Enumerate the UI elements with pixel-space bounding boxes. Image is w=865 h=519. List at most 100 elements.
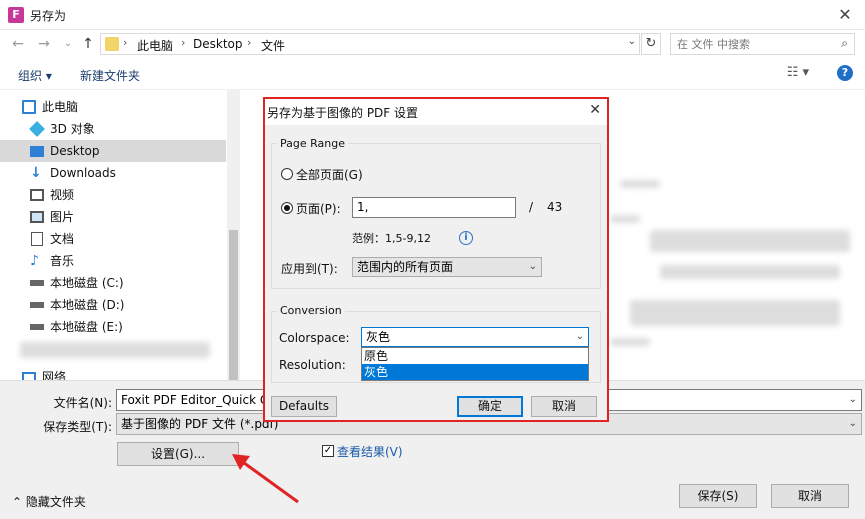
sidebar-item-pictures[interactable]: 图片 — [0, 206, 226, 228]
music-icon: ♪ — [30, 253, 39, 269]
sidebar-item-label: Downloads — [50, 166, 116, 180]
sidebar-item-documents[interactable]: 文档 — [0, 228, 226, 250]
command-toolbar: 组织 ▾ 新建文件夹 ☷ ▾ ? — [0, 58, 865, 90]
address-dropdown-icon[interactable]: ⌄ — [628, 36, 636, 47]
sidebar-item-desktop[interactable]: Desktop — [0, 140, 226, 162]
page-total-count: 43 — [547, 200, 563, 214]
blurred-file-row — [650, 230, 850, 252]
navigation-pane: 此电脑 3D 对象 Desktop ↓ Downloads 视频 图片 文档 ♪… — [0, 90, 240, 380]
chevron-down-icon[interactable]: ⌄ — [849, 414, 857, 434]
forward-arrow-icon[interactable]: → — [34, 34, 54, 54]
sidebar-item-label: 本地磁盘 (D:) — [50, 298, 125, 312]
breadcrumb-files[interactable]: 文件 — [261, 37, 285, 54]
drive-icon — [30, 302, 44, 308]
blurred-sidebar-content — [20, 342, 210, 358]
view-result-checkbox[interactable]: ✓ — [322, 445, 334, 457]
blurred-file-row — [630, 300, 840, 326]
save-button[interactable]: 保存(S) — [679, 484, 757, 508]
dialog-cancel-button[interactable]: 取消 — [531, 396, 597, 417]
filename-value: Foxit PDF Editor_Quick Gui — [121, 393, 281, 407]
conversion-title: Conversion — [277, 304, 345, 317]
search-box[interactable]: ⌕ — [670, 33, 855, 55]
colorspace-option-gray[interactable]: 灰色 — [362, 364, 588, 380]
address-bar[interactable]: › 此电脑 › Desktop › 文件 ⌄ — [100, 33, 640, 55]
hide-folders-toggle[interactable]: ⌃ 隐藏文件夹 — [12, 493, 86, 510]
sidebar-item-label: 此电脑 — [42, 100, 79, 114]
chevron-down-icon: ⌄ — [575, 331, 584, 342]
sidebar-item-drive-c[interactable]: 本地磁盘 (C:) — [0, 272, 226, 294]
annotation-arrow — [232, 454, 299, 504]
sidebar-item-videos[interactable]: 视频 — [0, 184, 226, 206]
desktop-icon — [30, 146, 44, 157]
video-icon — [30, 189, 44, 201]
chevron-down-icon[interactable]: ⌄ — [849, 390, 857, 410]
navigation-bar: ← → ⌄ ↑ › 此电脑 › Desktop › 文件 ⌄ ↻ ⌕ — [0, 30, 865, 58]
sidebar-item-music[interactable]: ♪ 音乐 — [0, 250, 226, 272]
sidebar-item-label: 文档 — [50, 232, 75, 246]
recent-locations-icon[interactable]: ⌄ — [58, 34, 78, 54]
sidebar-item-network[interactable]: 网络 — [0, 366, 226, 380]
search-input[interactable] — [677, 35, 837, 53]
pages-label[interactable]: 页面(P): — [296, 200, 341, 217]
blurred-file-row — [610, 338, 650, 346]
dialog-title: 另存为基于图像的 PDF 设置 — [267, 106, 419, 120]
foxit-app-icon: F — [8, 7, 24, 23]
all-pages-label[interactable]: 全部页面(G) — [296, 166, 363, 183]
sidebar-item-downloads[interactable]: ↓ Downloads — [0, 162, 226, 184]
all-pages-radio[interactable] — [281, 168, 293, 180]
defaults-button[interactable]: Defaults — [271, 396, 337, 417]
search-icon: ⌕ — [841, 36, 848, 50]
blurred-file-row — [660, 265, 840, 279]
organize-menu[interactable]: 组织 ▾ — [18, 67, 52, 84]
colorspace-dropdown-list: 原色 灰色 — [361, 347, 589, 381]
sidebar-item-3d-objects[interactable]: 3D 对象 — [0, 118, 226, 140]
apply-to-select[interactable]: 范围内的所有页面 ⌄ — [352, 257, 542, 277]
breadcrumb-desktop[interactable]: Desktop — [193, 37, 243, 51]
sidebar-item-label: 音乐 — [50, 254, 75, 268]
sidebar-item-drive-d[interactable]: 本地磁盘 (D:) — [0, 294, 226, 316]
sidebar-scrollbar-thumb[interactable] — [229, 230, 238, 380]
cube-3d-icon — [29, 121, 45, 137]
dialog-titlebar: 另存为基于图像的 PDF 设置 ✕ — [265, 99, 607, 125]
sidebar-item-label: 3D 对象 — [50, 122, 95, 136]
refresh-button[interactable]: ↻ — [641, 33, 661, 55]
sidebar-item-label: 视频 — [50, 188, 75, 202]
pages-radio[interactable] — [281, 202, 293, 214]
ok-button[interactable]: 确定 — [457, 396, 523, 417]
view-options-icon[interactable]: ☷ ▾ — [787, 65, 809, 80]
cancel-button[interactable]: 取消 — [771, 484, 849, 508]
blurred-file-row — [620, 180, 660, 188]
chevron-up-icon: ⌃ — [12, 495, 23, 509]
window-close-button[interactable]: ✕ — [831, 3, 859, 27]
colorspace-label: Colorspace: — [279, 331, 350, 345]
sidebar-item-label: 图片 — [50, 210, 75, 224]
dialog-close-button[interactable]: ✕ — [589, 102, 601, 118]
pages-input[interactable]: 1, — [352, 197, 516, 218]
info-icon[interactable]: i — [459, 231, 473, 245]
breadcrumb-separator: › — [181, 36, 186, 49]
up-arrow-icon[interactable]: ↑ — [78, 34, 98, 54]
drive-icon — [30, 324, 44, 330]
back-arrow-icon[interactable]: ← — [8, 34, 28, 54]
sidebar-item-label: Desktop — [50, 144, 100, 158]
blurred-file-row — [610, 215, 640, 223]
sidebar-item-label: 本地磁盘 (C:) — [50, 276, 124, 290]
document-icon — [31, 232, 43, 246]
help-icon[interactable]: ? — [837, 65, 853, 81]
breadcrumb-this-pc[interactable]: 此电脑 — [137, 37, 173, 54]
sidebar-item-drive-e[interactable]: 本地磁盘 (E:) — [0, 316, 226, 338]
download-icon: ↓ — [30, 165, 42, 181]
window-title: 另存为 — [30, 9, 67, 23]
colorspace-select[interactable]: 灰色 ⌄ — [361, 327, 589, 347]
page-range-example: 范例：1,5-9,12 — [352, 232, 431, 245]
sidebar-item-this-pc[interactable]: 此电脑 — [0, 96, 226, 118]
colorspace-value: 灰色 — [366, 330, 391, 344]
new-folder-button[interactable]: 新建文件夹 — [80, 67, 140, 84]
apply-to-label: 应用到(T): — [281, 262, 338, 276]
image-pdf-settings-dialog: 另存为基于图像的 PDF 设置 ✕ Page Range 全部页面(G) 页面(… — [263, 97, 609, 422]
sidebar-item-label: 网络 — [42, 370, 67, 380]
hide-folders-label: 隐藏文件夹 — [25, 495, 86, 509]
view-result-label[interactable]: 查看结果(V) — [337, 443, 403, 460]
colorspace-option-original[interactable]: 原色 — [362, 348, 588, 364]
computer-icon — [22, 100, 36, 114]
